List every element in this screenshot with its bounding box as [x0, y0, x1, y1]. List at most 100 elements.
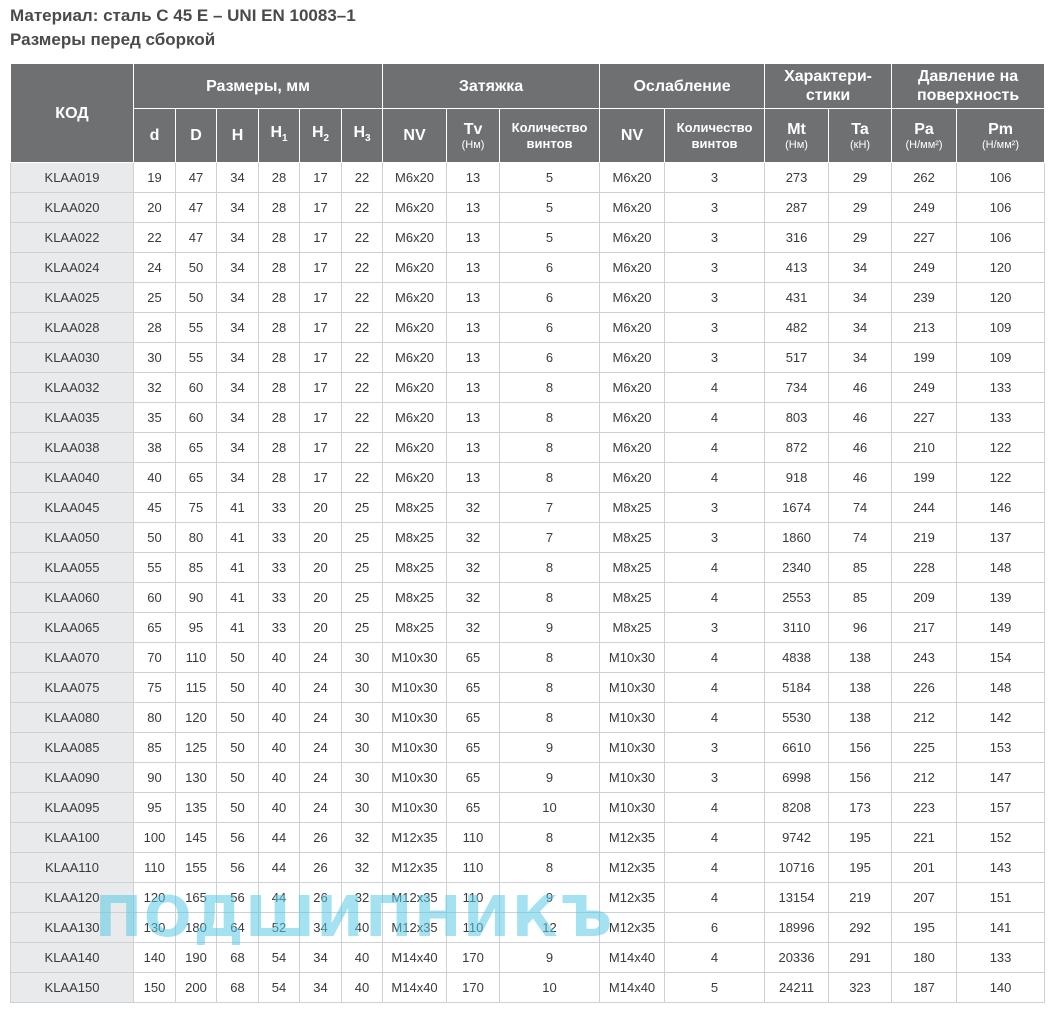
row-code-cell: KLAA095 — [10, 792, 134, 823]
table-row: KLAA120 120 165 56 44 26 32 M12x35 110 9 M12x35 4 13… — [10, 882, 1046, 913]
table-cell: 30 — [133, 342, 176, 373]
table-cell: 34 — [216, 342, 259, 373]
table-cell: 217 — [891, 612, 958, 643]
table-cell: M6x20 — [382, 162, 448, 193]
row-code-cell: KLAA065 — [10, 612, 134, 643]
table-cell: 148 — [956, 552, 1046, 583]
table-cell: 25 — [340, 492, 384, 523]
table-cell: 8 — [499, 552, 601, 583]
table-cell: 5 — [664, 972, 766, 1003]
table-cell: 6998 — [764, 762, 830, 793]
table-row: KLAA090 90 130 50 40 24 30 M10x30 65 9 M10x30 3 6998… — [10, 762, 1046, 793]
table-cell: 110 — [446, 822, 501, 853]
row-code-cell: KLAA100 — [10, 822, 134, 853]
table-cell: M6x20 — [382, 402, 448, 433]
table-cell: 6 — [499, 252, 601, 283]
table-cell: 65 — [446, 642, 501, 673]
row-code-cell: KLAA070 — [10, 642, 134, 673]
table-cell: 3110 — [764, 612, 830, 643]
table-cell: 50 — [133, 522, 176, 553]
table-cell: 140 — [133, 942, 176, 973]
table-cell: 65 — [446, 762, 501, 793]
table-cell: 5184 — [764, 672, 830, 703]
row-code-cell: KLAA024 — [10, 252, 134, 283]
table-cell: 85 — [828, 582, 893, 613]
table-cell: M6x20 — [599, 342, 666, 373]
table-cell: 50 — [175, 282, 217, 313]
table-cell: 56 — [216, 882, 259, 913]
table-cell: 287 — [764, 192, 830, 223]
table-cell: 8 — [499, 672, 601, 703]
table-cell: 8 — [499, 582, 601, 613]
table-cell: 28 — [258, 312, 300, 343]
table-cell: 34 — [216, 282, 259, 313]
table-cell: 8 — [499, 642, 601, 673]
table-cell: M10x30 — [599, 702, 666, 733]
table-cell: 65 — [446, 672, 501, 703]
table-cell: 20 — [299, 612, 342, 643]
table-cell: 13 — [446, 372, 501, 403]
table-cell: 226 — [891, 672, 958, 703]
table-cell: 110 — [133, 852, 176, 883]
table-cell: 41 — [216, 522, 259, 553]
table-cell: 28 — [258, 342, 300, 373]
table-cell: 803 — [764, 402, 830, 433]
table-cell: 85 — [175, 552, 217, 583]
table-cell: 3 — [664, 282, 766, 313]
table-cell: 26 — [299, 852, 342, 883]
table-cell: 90 — [133, 762, 176, 793]
table-cell: M6x20 — [382, 282, 448, 313]
table-cell: 170 — [446, 972, 501, 1003]
table-cell: 219 — [891, 522, 958, 553]
table-cell: 46 — [828, 402, 893, 433]
table-cell: 17 — [299, 372, 342, 403]
specs-table: КОД Размеры, мм Затяжка Ослабление Харак… — [10, 63, 1046, 1003]
table-cell: 41 — [216, 492, 259, 523]
table-cell: 244 — [891, 492, 958, 523]
table-cell: 29 — [828, 222, 893, 253]
table-cell: 6 — [664, 912, 766, 943]
table-cell: 28 — [258, 432, 300, 463]
table-row: KLAA050 50 80 41 33 20 25 M8x25 32 7 M8x25 3 1860 74 2… — [10, 522, 1046, 553]
table-cell: 40 — [258, 792, 300, 823]
row-code-cell: KLAA019 — [10, 162, 134, 193]
row-code-cell: KLAA140 — [10, 942, 134, 973]
table-cell: M12x35 — [599, 852, 666, 883]
table-cell: 41 — [216, 612, 259, 643]
row-code-cell: KLAA050 — [10, 522, 134, 553]
header-d: d — [133, 108, 176, 163]
table-cell: 17 — [299, 162, 342, 193]
table-cell: 4 — [664, 642, 766, 673]
table-cell: M8x25 — [382, 522, 448, 553]
table-cell: 9742 — [764, 822, 830, 853]
row-code-cell: KLAA085 — [10, 732, 134, 763]
table-cell: 4 — [664, 702, 766, 733]
table-cell: 13 — [446, 432, 501, 463]
table-cell: M6x20 — [382, 342, 448, 373]
table-cell: M14x40 — [599, 942, 666, 973]
table-cell: 151 — [956, 882, 1046, 913]
header-H2: H2 — [299, 108, 342, 163]
table-cell: 9 — [499, 762, 601, 793]
table-cell: 212 — [891, 762, 958, 793]
table-cell: 249 — [891, 252, 958, 283]
table-cell: 17 — [299, 462, 342, 493]
table-cell: 10716 — [764, 852, 830, 883]
table-cell: 148 — [956, 672, 1046, 703]
row-code-cell: KLAA075 — [10, 672, 134, 703]
table-cell: 24211 — [764, 972, 830, 1003]
table-cell: 85 — [828, 552, 893, 583]
table-cell: 19 — [133, 162, 176, 193]
header-pa: Pa (Н/мм²) — [891, 108, 958, 163]
table-cell: 34 — [216, 192, 259, 223]
table-cell: 25 — [340, 582, 384, 613]
table-cell: 17 — [299, 252, 342, 283]
table-cell: 60 — [133, 582, 176, 613]
table-cell: 28 — [133, 312, 176, 343]
table-cell: 3 — [664, 162, 766, 193]
table-cell: 28 — [258, 192, 300, 223]
table-cell: 24 — [133, 252, 176, 283]
table-cell: 40 — [258, 642, 300, 673]
table-cell: 4 — [664, 822, 766, 853]
table-row: KLAA038 38 65 34 28 17 22 M6x20 13 8 M6x20 4 872 46 21… — [10, 432, 1046, 463]
